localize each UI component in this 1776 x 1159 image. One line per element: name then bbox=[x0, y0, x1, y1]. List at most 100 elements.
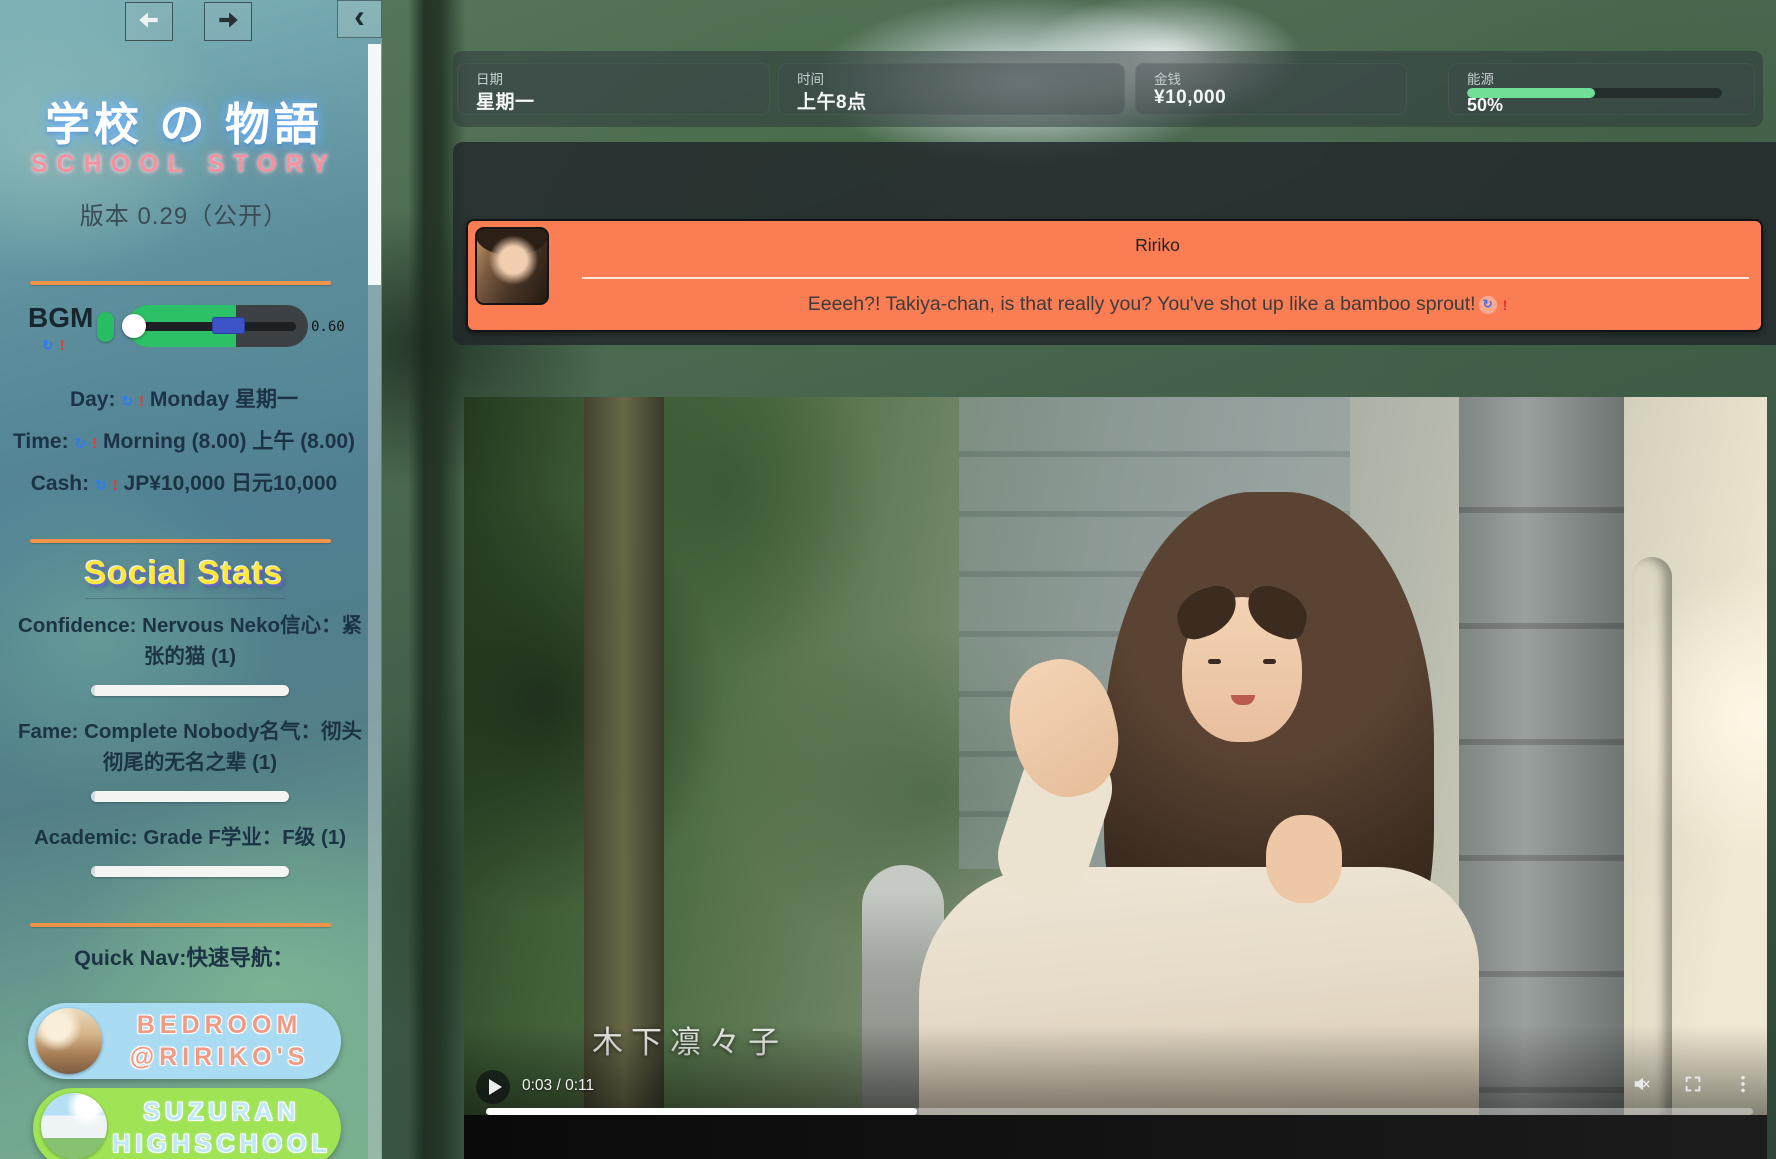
dialogue-text-row: Eeeeh?! Takiya-chan, is that really you?… bbox=[564, 293, 1751, 316]
play-button[interactable] bbox=[476, 1070, 510, 1104]
bgm-label: BGM bbox=[28, 302, 93, 334]
progress-fill bbox=[91, 685, 95, 696]
energy-label: 能源 bbox=[1467, 68, 1494, 88]
fame-progress-bar bbox=[91, 791, 289, 802]
suzuran-label-line2: HIGHSCHOOL bbox=[112, 1128, 331, 1159]
alert-icon bbox=[113, 477, 118, 494]
sidebar-collapse-button[interactable] bbox=[337, 0, 382, 38]
hud-money-card: 金钱 ¥10,000 bbox=[1135, 63, 1407, 115]
translate-icon bbox=[74, 435, 86, 451]
video-time: 0:03 / 0:11 bbox=[522, 1077, 594, 1095]
dialogue-text: Eeeeh?! Takiya-chan, is that really you?… bbox=[808, 293, 1476, 315]
translate-icon bbox=[42, 337, 54, 353]
player-info: Day: Monday 星期一 Time: Morning (8.00) 上午 … bbox=[10, 384, 358, 510]
cutscene-video-player[interactable]: 木下凛々子 0:03 / 0:11 bbox=[464, 397, 1767, 1159]
day-value: Monday 星期一 bbox=[150, 388, 298, 411]
bgm-toggle[interactable] bbox=[97, 312, 114, 342]
date-label: 日期 bbox=[476, 68, 503, 88]
bedroom-button-label: BEDROOM @RIRIKO'S bbox=[112, 1003, 327, 1079]
back-button[interactable] bbox=[125, 2, 173, 41]
eye bbox=[1208, 659, 1221, 664]
translate-icon bbox=[1479, 296, 1497, 314]
translate-icon bbox=[95, 477, 107, 493]
video-letterbox bbox=[464, 1115, 1767, 1159]
chevron-left-icon bbox=[354, 1, 365, 31]
time-label: 时间 bbox=[797, 68, 824, 88]
academic-stat: Academic: Grade F学业：F级 (1) bbox=[18, 822, 362, 877]
alert-icon bbox=[92, 435, 97, 452]
hud-date-card: 日期 星期一 bbox=[457, 63, 770, 115]
divider bbox=[30, 539, 331, 543]
fullscreen-icon bbox=[1682, 1082, 1704, 1099]
speaker-muted-icon bbox=[1632, 1082, 1654, 1099]
date-value: 星期一 bbox=[476, 87, 535, 114]
confidence-stat: Confidence: Nervous Neko信心：紧张的猫 (1) bbox=[18, 610, 362, 696]
tree-in-video bbox=[584, 397, 664, 1121]
seek-progress-fill bbox=[486, 1108, 917, 1115]
speaker-avatar bbox=[475, 227, 549, 305]
academic-progress-bar bbox=[91, 866, 289, 877]
alert-icon bbox=[139, 393, 144, 410]
quicknav-bedroom-button[interactable]: BEDROOM @RIRIKO'S bbox=[28, 1003, 341, 1079]
game-window: 学校 の 物語 SCHOOL STORY 版本 0.29（公开） BGM 0.6… bbox=[0, 0, 1776, 1159]
time-label: Time: bbox=[13, 430, 69, 453]
hud-energy-card: 能源 50% bbox=[1448, 63, 1755, 115]
alert-icon bbox=[60, 337, 65, 354]
dialogue-divider bbox=[582, 277, 1749, 279]
bgm-slider-knob[interactable] bbox=[122, 314, 146, 338]
cash-stat: Cash: JP¥10,000 日元10,000 bbox=[10, 468, 358, 501]
energy-progress-bar bbox=[1467, 88, 1722, 98]
eye bbox=[1263, 659, 1276, 664]
energy-value: 50% bbox=[1467, 95, 1503, 116]
cash-value: JP¥10,000 日元10,000 bbox=[124, 472, 338, 495]
alert-icon bbox=[1503, 297, 1508, 313]
game-title-english: SCHOOL STORY bbox=[14, 150, 354, 179]
dialogue-box[interactable]: Ririko Eeeeh?! Takiya-chan, is that real… bbox=[466, 219, 1763, 332]
bgm-slider-thumb[interactable] bbox=[212, 317, 245, 334]
confidence-text: Confidence: Nervous Neko信心：紧张的猫 (1) bbox=[18, 610, 362, 672]
character-face bbox=[1182, 597, 1302, 742]
bedroom-label-line1: BEDROOM bbox=[137, 1009, 303, 1041]
smile bbox=[1231, 695, 1255, 705]
forward-button[interactable] bbox=[204, 2, 252, 41]
school-thumbnail bbox=[41, 1093, 107, 1159]
divider bbox=[30, 923, 331, 927]
time-value: 上午8点 bbox=[797, 87, 867, 114]
fullscreen-button[interactable] bbox=[1682, 1073, 1704, 1095]
fame-text: Fame: Complete Nobody名气：彻头彻尾的无名之辈 (1) bbox=[18, 716, 362, 778]
translate-icon bbox=[121, 393, 133, 409]
version-label: 版本 0.29（公开） bbox=[14, 196, 354, 231]
bedroom-label-line2: @RIRIKO'S bbox=[130, 1041, 310, 1073]
video-seek-bar[interactable] bbox=[486, 1108, 1753, 1115]
progress-fill bbox=[91, 791, 95, 802]
academic-text: Academic: Grade F学业：F级 (1) bbox=[18, 822, 362, 853]
progress-fill bbox=[91, 866, 95, 877]
social-stats-list: Confidence: Nervous Neko信心：紧张的猫 (1) Fame… bbox=[18, 610, 362, 897]
divider bbox=[30, 281, 331, 285]
sidebar-scrollbar[interactable] bbox=[368, 44, 381, 1159]
speaker-name: Ririko bbox=[564, 235, 1751, 256]
suzuran-button-label: SUZURAN HIGHSCHOOL bbox=[117, 1088, 327, 1159]
character-hand bbox=[1266, 815, 1342, 903]
quick-nav-label: Quick Nav:快速导航： bbox=[14, 941, 354, 972]
video-frame: 木下凛々子 0:03 / 0:11 bbox=[464, 397, 1767, 1159]
money-value: ¥10,000 bbox=[1154, 87, 1226, 109]
more-options-button[interactable] bbox=[1732, 1073, 1754, 1095]
hud-bar: 日期 星期一 时间 上午8点 金钱 ¥10,000 能源 50% bbox=[453, 51, 1763, 127]
bedroom-thumbnail bbox=[36, 1008, 102, 1074]
dialogue-content: Ririko Eeeeh?! Takiya-chan, is that real… bbox=[564, 221, 1751, 330]
bgm-volume-value: 0.60 bbox=[311, 319, 345, 335]
forward-arrow-icon bbox=[215, 7, 241, 36]
divider bbox=[85, 598, 285, 599]
time-stat: Time: Morning (8.00) 上午 (8.00) bbox=[10, 426, 358, 459]
controls-shade bbox=[464, 1025, 1767, 1115]
bgm-volume-slider[interactable] bbox=[127, 305, 308, 347]
concrete-pillar bbox=[1459, 397, 1624, 1121]
back-arrow-icon bbox=[136, 7, 162, 36]
mute-button[interactable] bbox=[1632, 1073, 1654, 1095]
hud-time-card: 时间 上午8点 bbox=[778, 63, 1125, 115]
scrollbar-thumb[interactable] bbox=[368, 44, 381, 285]
quicknav-suzuran-button[interactable]: SUZURAN HIGHSCHOOL bbox=[33, 1088, 341, 1159]
bgm-translate-indicators bbox=[42, 337, 65, 355]
day-label: Day: bbox=[70, 388, 116, 411]
